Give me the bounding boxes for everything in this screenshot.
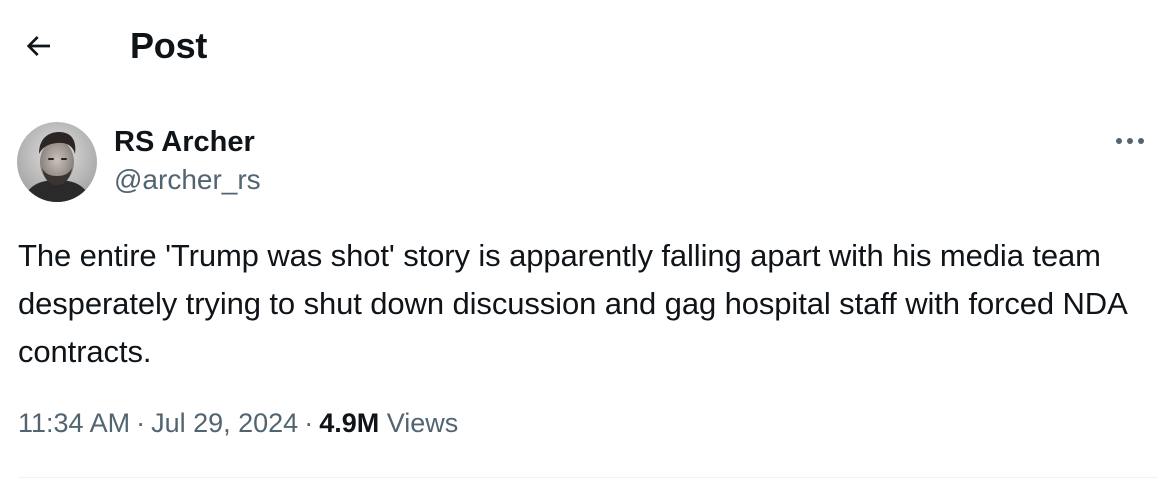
post-header: Post [0,0,1166,92]
author-handle[interactable]: @archer_rs [114,162,261,198]
author-block: RS Archer @archer_rs [114,124,261,198]
back-button[interactable] [18,26,58,66]
post-meta: 11:34 AM · Jul 29, 2024 · 4.9M Views [18,405,458,441]
post-date[interactable]: Jul 29, 2024 [151,408,298,438]
views-count[interactable]: 4.9M [319,408,379,438]
post-text: The entire 'Trump was shot' story is app… [18,238,1126,369]
arrow-left-icon [26,36,50,56]
page-title: Post [130,25,208,66]
avatar-photo [17,122,97,202]
divider [18,477,1158,478]
more-options-button[interactable] [1108,126,1152,156]
meta-separator: · [136,408,146,438]
post-time[interactable]: 11:34 AM [18,408,130,438]
ellipsis-icon [1116,138,1144,144]
author-display-name[interactable]: RS Archer [114,124,261,160]
meta-separator: · [304,408,314,438]
avatar[interactable] [17,122,97,202]
views-label: Views [386,408,459,438]
